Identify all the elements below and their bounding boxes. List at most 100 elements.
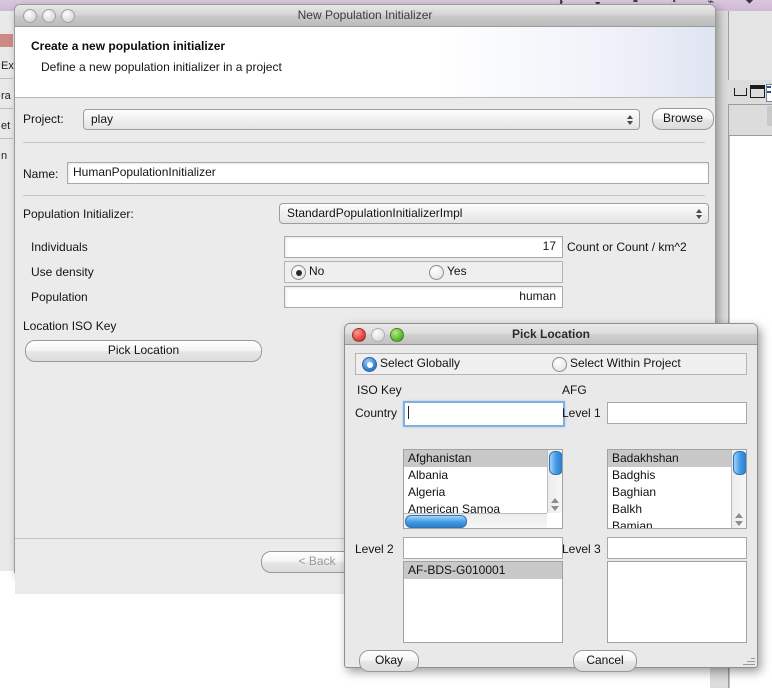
use-density-radiogroup: No Yes <box>284 261 563 283</box>
level1-list-vscrollbar[interactable] <box>731 450 746 528</box>
list-item[interactable]: AF-BDS-G010001 <box>404 562 562 579</box>
screen: Ex ra et n ◑ ◒ ◓ ◔ ⌁ ⏷ New Population In… <box>0 0 772 688</box>
level2-label: Level 2 <box>355 542 394 556</box>
select-within-project-label: Select Within Project <box>570 356 681 370</box>
population-input[interactable]: human <box>284 286 563 308</box>
individuals-input[interactable]: 17 <box>284 236 563 258</box>
window-titlebar[interactable]: New Population Initializer <box>15 5 715 27</box>
dialog-body: Select Globally Select Within Project IS… <box>345 345 757 672</box>
level1-label: Level 1 <box>562 406 601 420</box>
dialog-title: Pick Location <box>511 327 591 341</box>
list-item[interactable]: Bamian <box>608 518 731 528</box>
vscroll-thumb[interactable] <box>733 451 746 475</box>
background-left-marker <box>0 34 13 47</box>
individuals-input-value: 17 <box>542 239 556 253</box>
use-density-label: Use density <box>31 265 94 279</box>
population-initializer-combobox[interactable]: StandardPopulationInitializerImpl <box>279 203 709 224</box>
vscroll-thumb[interactable] <box>549 451 562 475</box>
background-text-fragment-2: ra <box>1 90 11 102</box>
background-left-divider-3 <box>0 138 13 139</box>
name-label: Name: <box>23 167 59 181</box>
level3-label: Level 3 <box>562 542 601 556</box>
use-density-no-radio[interactable] <box>291 265 306 280</box>
project-combobox-value: play <box>91 112 114 126</box>
iso-key-label: ISO Key <box>357 383 402 397</box>
okay-button[interactable]: Okay <box>359 650 419 672</box>
hscroll-thumb[interactable] <box>405 515 467 528</box>
resize-grip[interactable] <box>742 653 755 666</box>
select-globally-label: Select Globally <box>380 356 461 370</box>
background-right-subpanel <box>729 105 772 136</box>
level3-listbox[interactable] <box>607 561 747 643</box>
wizard-header-title: Create a new population initializer <box>31 39 226 53</box>
level1-list-viewport: Badakhshan Badghis Baghian Balkh Bamian <box>608 450 731 528</box>
minimize-view-icon[interactable] <box>734 88 747 96</box>
individuals-unit-label: Count or Count / km^2 <box>567 240 687 254</box>
use-density-no-label: No <box>309 264 325 278</box>
country-list-viewport: Afghanistan Albania Algeria American Sam… <box>404 450 547 513</box>
select-within-project-radio[interactable] <box>552 357 567 372</box>
population-input-value: human <box>519 289 556 303</box>
scroll-down-icon <box>735 521 743 526</box>
population-initializer-value: StandardPopulationInitializerImpl <box>287 206 463 220</box>
iso-key-value: AFG <box>562 383 587 397</box>
select-globally-radio[interactable] <box>362 357 377 372</box>
scroll-up-icon <box>735 513 743 518</box>
section-divider-1 <box>23 142 705 143</box>
use-density-yes-label: Yes <box>447 264 467 278</box>
background-outline-line-1 <box>767 86 771 88</box>
background-text-fragment-3: et <box>1 120 11 132</box>
individuals-label: Individuals <box>31 240 88 254</box>
list-item[interactable]: Albania <box>404 467 547 484</box>
location-iso-key-label: Location ISO Key <box>23 319 117 333</box>
scroll-down-icon <box>551 506 559 511</box>
pick-location-button[interactable]: Pick Location <box>25 340 262 362</box>
country-input[interactable] <box>403 401 565 427</box>
list-item[interactable]: Algeria <box>404 484 547 501</box>
background-left-divider-2 <box>0 108 13 109</box>
background-left-divider-1 <box>0 78 13 79</box>
list-item[interactable]: Badakhshan <box>608 450 731 467</box>
level3-input[interactable] <box>607 537 747 559</box>
chevron-updown-icon <box>692 205 705 222</box>
list-item[interactable]: Baghian <box>608 484 731 501</box>
chevron-updown-icon <box>623 111 636 128</box>
list-item[interactable]: American Samoa <box>404 501 547 513</box>
scroll-up-icon <box>551 498 559 503</box>
country-label: Country <box>355 406 398 420</box>
name-input-value: HumanPopulationInitializer <box>73 165 216 179</box>
background-outline-line-2 <box>767 91 771 93</box>
window-title: New Population Initializer <box>297 8 433 22</box>
list-item[interactable]: Badghis <box>608 467 731 484</box>
list-item[interactable]: Afghanistan <box>404 450 547 467</box>
text-caret <box>408 406 409 419</box>
vscroll-buttons[interactable] <box>548 498 562 511</box>
pick-location-dialog: Pick Location Select Globally Select Wit… <box>344 323 758 672</box>
scope-radiogroup: Select Globally Select Within Project <box>355 353 747 375</box>
section-divider-2 <box>23 195 705 196</box>
background-text-fragment-4: n <box>1 150 8 162</box>
project-label: Project: <box>23 112 64 126</box>
background-text-fragment-1: Ex <box>1 60 14 72</box>
country-list-hscrollbar[interactable] <box>404 513 547 528</box>
wizard-header: Create a new population initializer Defi… <box>15 27 715 98</box>
browse-button[interactable]: Browse <box>652 108 714 130</box>
wizard-header-subtitle: Define a new population initializer in a… <box>41 60 282 74</box>
list-item[interactable]: Balkh <box>608 501 731 518</box>
maximize-view-icon[interactable] <box>750 85 765 98</box>
vscroll-buttons[interactable] <box>732 513 746 526</box>
dialog-titlebar[interactable]: Pick Location <box>345 324 757 345</box>
name-input[interactable]: HumanPopulationInitializer <box>67 162 709 184</box>
population-label: Population <box>31 290 88 304</box>
project-combobox[interactable]: play <box>83 109 640 130</box>
population-initializer-label: Population Initializer: <box>23 207 134 221</box>
cancel-button[interactable]: Cancel <box>573 650 637 672</box>
level1-listbox[interactable]: Badakhshan Badghis Baghian Balkh Bamian <box>607 449 747 529</box>
level1-input[interactable] <box>607 402 747 424</box>
use-density-yes-radio[interactable] <box>429 265 444 280</box>
background-right-scrollbar[interactable] <box>767 106 772 126</box>
level2-listbox[interactable]: AF-BDS-G010001 <box>403 561 563 643</box>
country-list-vscrollbar[interactable] <box>547 450 562 513</box>
level2-input[interactable] <box>403 537 563 559</box>
country-listbox[interactable]: Afghanistan Albania Algeria American Sam… <box>403 449 563 529</box>
